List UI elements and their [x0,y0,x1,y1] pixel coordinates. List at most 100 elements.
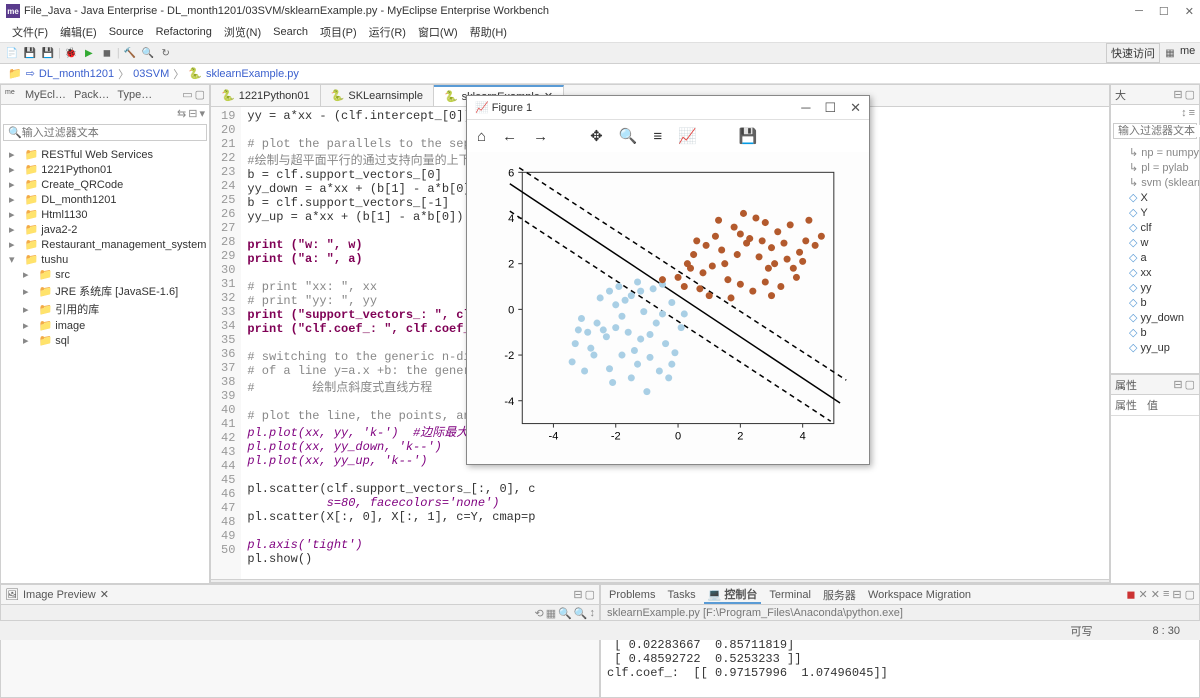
outline-import[interactable]: ↳ np = numpy [1115,145,1195,160]
py-icon: 🐍 [188,67,202,80]
figure-window[interactable]: 📈 Figure 1 ─ ☐ ✕ ⌂ ← → ✥ 🔍 ≡ 📈 💾 -4-2024… [466,95,870,465]
edit-icon[interactable]: 📈 [678,127,697,145]
outline-tree[interactable]: ↳ np = numpy↳ pl = pylab↳ svm (sklearn)◇… [1111,141,1199,373]
close-button[interactable]: ✕ [1185,5,1194,18]
menu-item[interactable]: Refactoring [152,24,216,40]
outline-var[interactable]: ◇ xx [1115,265,1195,280]
console-tab[interactable]: Terminal [765,589,815,601]
tree-child[interactable]: 📁 引用的库 [5,300,205,318]
min-icon[interactable]: ▭ [182,88,192,101]
outline-import[interactable]: ↳ svm (sklearn) [1115,175,1195,190]
tab-myeclipse[interactable]: MyEcl… [25,89,66,101]
figure-plot: -4-2024-4-20246 [467,152,869,464]
build-icon[interactable]: 🔨 [122,45,138,61]
menu-item[interactable]: 窗口(W) [414,22,462,42]
project-item[interactable]: 📁 Create_QRCode [5,177,205,192]
outline-var[interactable]: ◇ Y [1115,205,1195,220]
figure-title-bar[interactable]: 📈 Figure 1 ─ ☐ ✕ [467,96,869,120]
menu-item[interactable]: 浏览(N) [220,22,265,42]
filter-box[interactable]: 🔍 [3,124,207,141]
stop-icon[interactable]: ◼ [99,45,115,61]
bc-item[interactable]: DL_month1201 [39,68,114,80]
tree-child[interactable]: 📁 src [5,267,205,282]
quick-access[interactable]: 快速访问 [1106,43,1160,63]
pan-icon[interactable]: ✥ [590,127,603,145]
outline-filter[interactable] [1113,123,1197,139]
outline-var[interactable]: ◇ yy [1115,280,1195,295]
svg-text:4: 4 [508,213,514,225]
project-item[interactable]: 📁 DL_month1201 [5,192,205,207]
editor-tab[interactable]: 🐍SKLearnsimple [321,85,434,106]
fig-close[interactable]: ✕ [850,100,861,116]
stop-icon[interactable]: ◼ [1126,588,1135,601]
bc-item[interactable]: sklearnExample.py [206,68,299,80]
outline-var[interactable]: ◇ clf [1115,220,1195,235]
bc-item[interactable]: 03SVM [133,68,169,80]
console-tab[interactable]: Problems [605,589,659,601]
tree-child[interactable]: 📁 sql [5,333,205,348]
menu-item[interactable]: 项目(P) [316,22,361,42]
filter-input[interactable] [22,127,202,139]
fig-maximize[interactable]: ☐ [824,100,836,116]
project-item[interactable]: 📁 RESTful Web Services [5,147,205,162]
tree-child[interactable]: 📁 JRE 系统库 [JavaSE-1.6] [5,282,205,300]
search-icon[interactable]: 🔍 [140,45,156,61]
menu-item[interactable]: 编辑(E) [56,22,101,42]
outline-var[interactable]: ◇ yy_up [1115,340,1195,355]
line-numbers: 19 20 21 22 23 24 25 26 27 28 29 30 31 3… [211,107,241,579]
menu-item[interactable]: 文件(F) [8,22,52,42]
perspective-icon[interactable]: ▦ [1162,45,1178,61]
outline-var[interactable]: ◇ b [1115,325,1195,340]
collapse-icon[interactable]: ⊟ [188,107,197,120]
minimize-button[interactable]: ─ [1135,5,1143,18]
menu-item[interactable]: 运行(R) [365,22,410,42]
outline-var[interactable]: ◇ X [1115,190,1195,205]
save-icon[interactable]: 💾 [739,127,758,145]
restore-icon[interactable]: ▢ [195,88,205,101]
back-icon[interactable]: ← [502,128,517,145]
outline-var[interactable]: ◇ a [1115,250,1195,265]
tree-child[interactable]: 📁 image [5,318,205,333]
sort-icon[interactable]: ↕ [1181,107,1187,119]
outline-var[interactable]: ◇ w [1115,235,1195,250]
project-item[interactable]: 📁 Restaurant_management_system [5,237,205,252]
refresh-icon[interactable]: ↻ [158,45,174,61]
window-title: File_Java - Java Enterprise - DL_month12… [24,5,549,17]
outline-title: 大 [1115,87,1126,103]
tab-type[interactable]: Type… [117,89,152,101]
myeclipse-perspective-icon[interactable]: me [1180,45,1196,61]
menu-item[interactable]: Search [269,24,312,40]
maximize-button[interactable]: ☐ [1159,5,1169,18]
project-item[interactable]: 📁 Html1130 [5,207,205,222]
outline-filter-input[interactable] [1118,125,1200,137]
editor-tab[interactable]: 🐍1221Python01 [211,85,321,106]
plot-icon: 📈 [475,102,489,114]
save-icon[interactable]: 💾 [22,45,38,61]
project-tree[interactable]: 📁 RESTful Web Services📁 1221Python01📁 Cr… [1,143,209,583]
console-tab[interactable]: Workspace Migration [864,589,975,601]
fig-minimize[interactable]: ─ [801,100,810,116]
debug-icon[interactable]: 🐞 [63,45,79,61]
zoom-icon[interactable]: 🔍 [619,127,638,145]
outline-var[interactable]: ◇ b [1115,295,1195,310]
project-item[interactable]: 📁 1221Python01 [5,162,205,177]
project-item[interactable]: 📁 tushu [5,252,205,267]
tab-package[interactable]: Pack… [74,89,109,101]
save-all-icon[interactable]: 💾 [40,45,56,61]
console-tab[interactable]: Tasks [663,589,699,601]
menu-item[interactable]: 帮助(H) [466,22,511,42]
console-tab[interactable]: 服务器 [819,587,860,603]
new-icon[interactable]: 📄 [4,45,20,61]
outline-var[interactable]: ◇ yy_down [1115,310,1195,325]
svg-text:-4: -4 [549,431,559,443]
menu-icon[interactable]: ▾ [199,107,205,120]
outline-import[interactable]: ↳ pl = pylab [1115,160,1195,175]
forward-icon[interactable]: → [533,128,548,145]
home-icon[interactable]: ⌂ [477,128,486,145]
project-item[interactable]: 📁 java2-2 [5,222,205,237]
run-icon[interactable]: ▶ [81,45,97,61]
link-icon[interactable]: ⇆ [177,107,186,120]
console-tab[interactable]: 💻 控制台 [704,586,762,604]
menu-item[interactable]: Source [105,24,148,40]
configure-icon[interactable]: ≡ [653,128,662,145]
